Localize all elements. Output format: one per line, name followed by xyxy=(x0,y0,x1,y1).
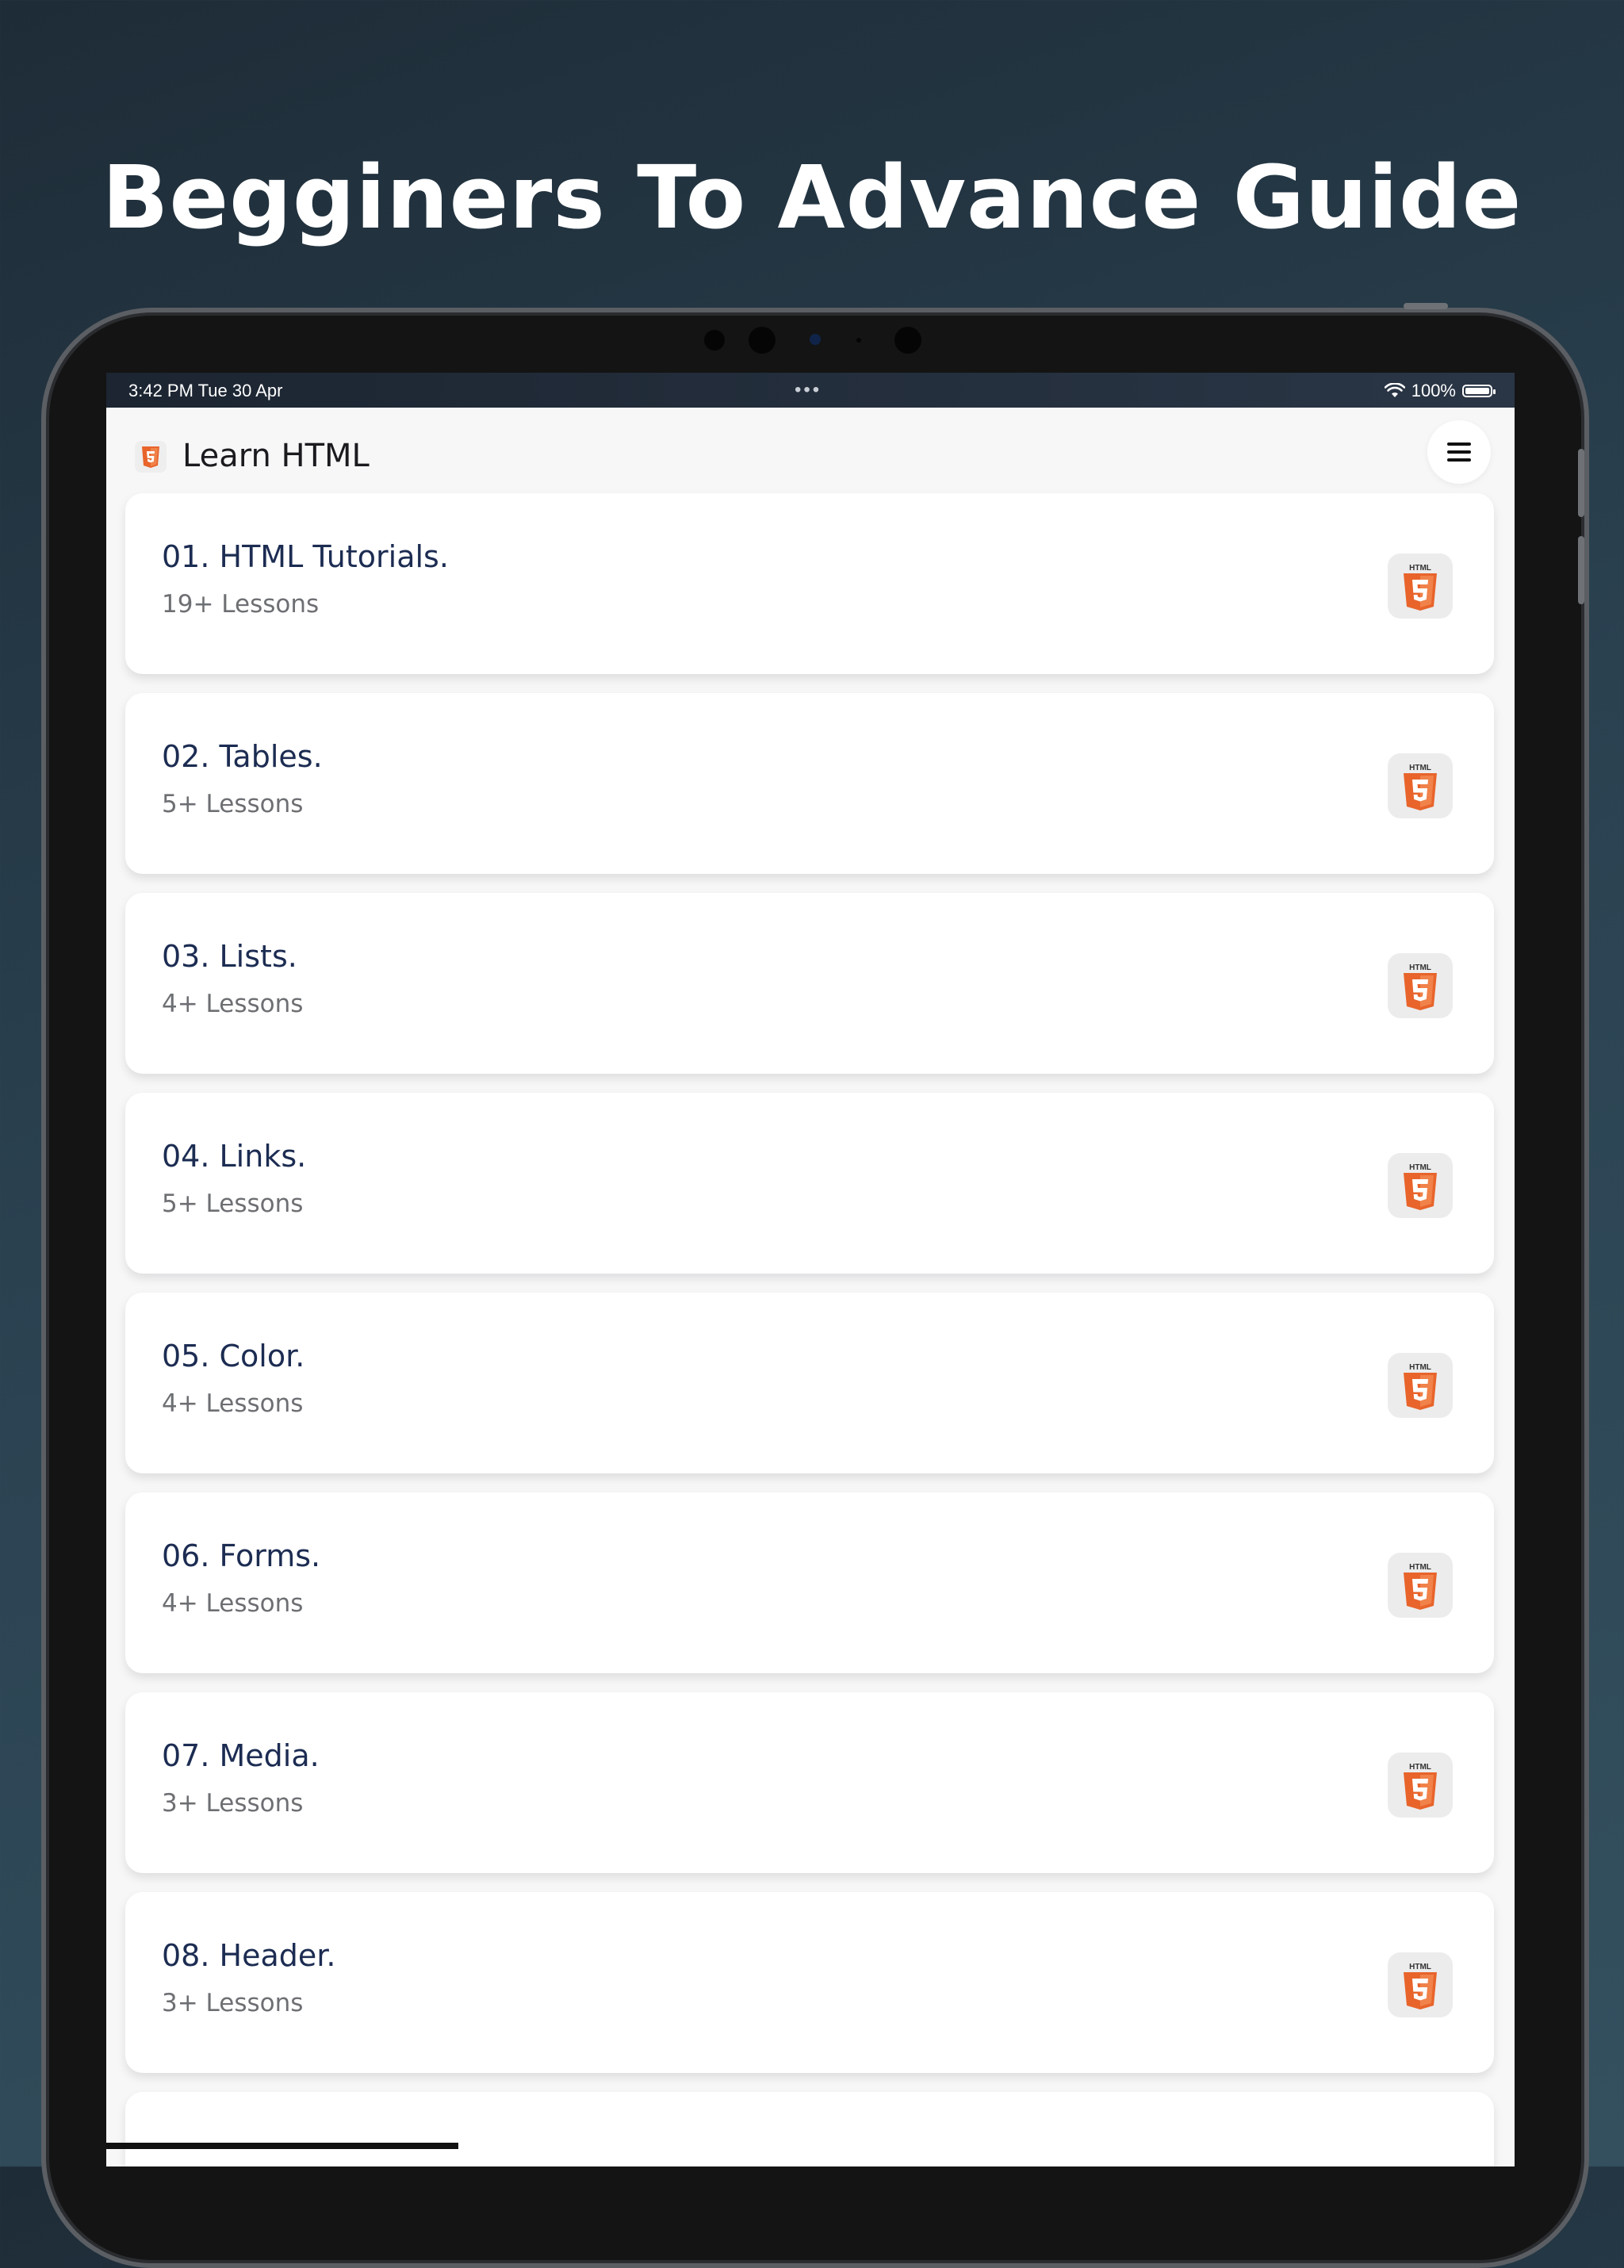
status-bar: 3:42 PM Tue 30 Apr ••• 100% xyxy=(106,373,1515,408)
lesson-card[interactable]: 04. Links. 5+ Lessons HTML xyxy=(125,1093,1494,1274)
camera-dot-small xyxy=(856,338,861,343)
lesson-title: 04. Links. xyxy=(162,1139,307,1174)
bottom-tab-indicator xyxy=(106,2143,458,2149)
svg-text:HTML: HTML xyxy=(1409,964,1431,972)
lesson-count: 5+ Lessons xyxy=(162,1190,304,1218)
status-right: 100% xyxy=(1384,381,1496,401)
lesson-card[interactable]: 05. Color. 4+ Lessons HTML xyxy=(125,1293,1494,1473)
svg-text:HTML: HTML xyxy=(1409,1963,1431,1971)
multitask-dots[interactable]: ••• xyxy=(795,379,822,401)
lesson-title: 08. Header. xyxy=(162,1938,336,1973)
app-screen: 3:42 PM Tue 30 Apr ••• 100% Learn HTML 0… xyxy=(106,373,1515,2166)
lesson-card[interactable]: 03. Lists. 4+ Lessons HTML xyxy=(125,893,1494,1074)
battery-percent: 100% xyxy=(1411,381,1456,400)
lesson-count: 3+ Lessons xyxy=(162,1989,304,2017)
svg-text:HTML: HTML xyxy=(1409,764,1431,772)
camera-sensor xyxy=(810,334,821,345)
svg-text:HTML: HTML xyxy=(1409,1363,1431,1372)
html5-badge-icon: HTML xyxy=(1388,1153,1453,1218)
promo-headline: Begginers To Advance Guide xyxy=(102,147,1522,248)
device-volume-up-button xyxy=(1578,449,1584,517)
lesson-title: 03. Lists. xyxy=(162,939,297,974)
html5-badge-icon: HTML xyxy=(1388,953,1453,1018)
hamburger-menu-icon[interactable] xyxy=(1427,420,1491,484)
battery-icon xyxy=(1462,385,1496,397)
camera-dot xyxy=(704,330,725,351)
svg-text:HTML: HTML xyxy=(1409,1163,1431,1172)
html5-badge-icon: HTML xyxy=(1388,554,1453,619)
html5-badge-icon: HTML xyxy=(1388,753,1453,818)
lesson-title: 01. HTML Tutorials. xyxy=(162,539,449,574)
app-bar: Learn HTML xyxy=(106,408,1515,492)
lesson-title: 07. Media. xyxy=(162,1738,320,1773)
status-time: 3:42 PM Tue 30 Apr xyxy=(128,381,283,400)
lesson-card[interactable]: 01. HTML Tutorials. 19+ Lessons HTML xyxy=(125,493,1494,674)
lesson-count: 4+ Lessons xyxy=(162,1589,304,1618)
html5-badge-icon: HTML xyxy=(1388,1353,1453,1418)
device-top-button xyxy=(1404,303,1448,309)
html5-badge-icon: HTML xyxy=(1388,1553,1453,1618)
lesson-title: 05. Color. xyxy=(162,1339,305,1373)
device-volume-down-button xyxy=(1578,536,1584,604)
lesson-count: 4+ Lessons xyxy=(162,1389,304,1418)
lesson-count: 5+ Lessons xyxy=(162,790,304,818)
wifi-icon xyxy=(1384,383,1405,397)
svg-text:HTML: HTML xyxy=(1409,1763,1431,1772)
lesson-card[interactable]: 08. Header. 3+ Lessons HTML xyxy=(125,1892,1494,2073)
svg-text:HTML: HTML xyxy=(1409,564,1431,573)
html5-badge-icon: HTML xyxy=(1388,1753,1453,1818)
camera-flash xyxy=(894,327,921,354)
svg-text:HTML: HTML xyxy=(1409,1563,1431,1572)
lesson-count: 3+ Lessons xyxy=(162,1789,304,1818)
lesson-count: 4+ Lessons xyxy=(162,990,304,1018)
app-title: Learn HTML xyxy=(182,438,370,474)
html5-logo-icon xyxy=(135,441,167,473)
lesson-count: 19+ Lessons xyxy=(162,590,320,619)
lesson-card[interactable]: 07. Media. 3+ Lessons HTML xyxy=(125,1692,1494,1873)
lesson-card[interactable]: 02. Tables. 5+ Lessons HTML xyxy=(125,693,1494,874)
lesson-card[interactable]: 06. Forms. 4+ Lessons HTML xyxy=(125,1492,1494,1673)
camera-lens xyxy=(749,327,776,354)
lesson-card-partial[interactable] xyxy=(125,2092,1494,2166)
lesson-title: 02. Tables. xyxy=(162,739,323,774)
lesson-title: 06. Forms. xyxy=(162,1538,321,1573)
html5-badge-icon: HTML xyxy=(1388,1952,1453,2017)
